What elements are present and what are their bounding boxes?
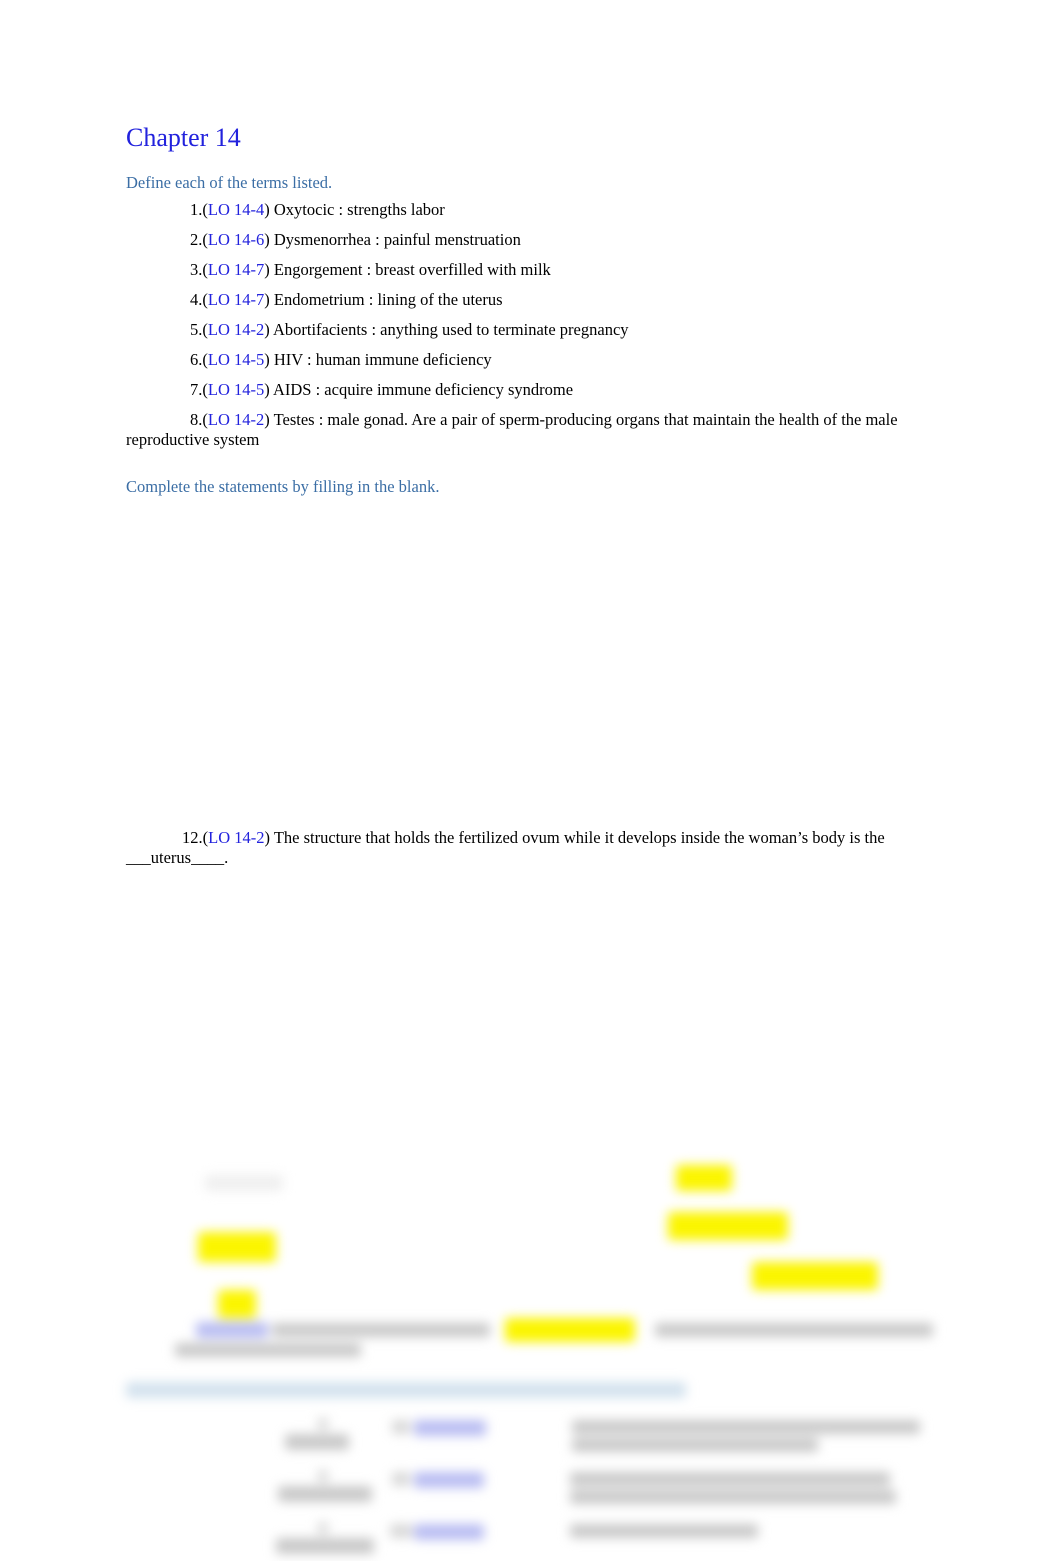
document-page: Chapter 14 Define each of the terms list… <box>0 0 1062 1561</box>
highlight-blob <box>218 1290 256 1318</box>
list-item: 4.(LO 14-7) Endometrium : lining of the … <box>190 290 503 309</box>
lo-reference: LO 14-7 <box>207 290 265 309</box>
lo-reference: LO 14-2 <box>207 410 265 429</box>
item-number: 8. <box>190 410 203 429</box>
table-row-number-blob <box>318 1470 328 1482</box>
paragraph-text-blob <box>272 1323 490 1337</box>
item-text: ) Endometrium : lining of the uterus <box>264 290 503 309</box>
table-definition-blob <box>570 1524 758 1538</box>
list-item: 3.(LO 14-7) Engorgement : breast overfil… <box>190 260 551 279</box>
section-heading-define: Define each of the terms listed. <box>126 173 333 192</box>
list-item: 5.(LO 14-2) Abortifacients : anything us… <box>190 320 629 339</box>
item-text: ) Engorgement : breast overfilled with m… <box>264 260 551 279</box>
lo-reference: LO 14-7 <box>207 260 265 279</box>
item-number: 5. <box>190 320 203 339</box>
item-number: 7. <box>190 380 203 399</box>
lo-reference-blob <box>414 1420 486 1436</box>
highlight-blob <box>668 1212 788 1240</box>
item-text: ) Oxytocic : strengths labor <box>264 200 445 219</box>
lo-reference: LO 14-6 <box>207 230 265 249</box>
lo-reference: LO 14-2 <box>207 320 265 339</box>
item-number: 1. <box>190 200 203 219</box>
table-row <box>390 1524 412 1538</box>
item-number: 4. <box>190 290 203 309</box>
table-term-blob <box>278 1486 372 1502</box>
highlight-blob <box>752 1262 878 1290</box>
lo-reference-blob <box>414 1524 484 1540</box>
table-row <box>392 1420 410 1434</box>
list-item: 6.(LO 14-5) HIV : human immune deficienc… <box>190 350 492 369</box>
item-text: ) AIDS : acquire immune deficiency syndr… <box>264 380 574 399</box>
table-definition-blob <box>572 1438 818 1452</box>
obscured-lower-region <box>0 1140 1062 1561</box>
item-number: 6. <box>190 350 203 369</box>
lo-reference-blob <box>196 1322 268 1338</box>
page-title: Chapter 14 <box>126 123 241 152</box>
list-item: 1.(LO 14-4) Oxytocic : strengths labor <box>190 200 445 219</box>
highlight-blob <box>676 1165 732 1191</box>
lo-reference: LO 14-2 <box>208 828 265 847</box>
item-number: 2. <box>190 230 203 249</box>
table-term-blob <box>276 1538 374 1554</box>
lo-reference: LO 14-5 <box>207 350 265 369</box>
list-item: 7.(LO 14-5) AIDS : acquire immune defici… <box>190 380 574 399</box>
section-heading-complete: Complete the statements by filling in th… <box>126 477 440 496</box>
diagram-label-blob <box>205 1175 283 1191</box>
table-definition-blob <box>570 1490 896 1504</box>
list-item: 8.(LO 14-2) Testes : male gonad. Are a p… <box>126 410 898 449</box>
table-definition-blob <box>570 1472 890 1486</box>
item-number: 3. <box>190 260 203 279</box>
table-row-number-blob <box>318 1418 328 1430</box>
fill-in-statement: 12.(LO 14-2) The structure that holds th… <box>126 828 885 867</box>
item-number: 12. <box>182 828 203 847</box>
paragraph-text-blob <box>175 1343 361 1357</box>
table-row-number-blob <box>318 1522 328 1534</box>
table-row <box>392 1472 410 1486</box>
table-term-blob <box>285 1434 349 1450</box>
lo-reference: LO 14-4 <box>207 200 265 219</box>
highlight-blob <box>505 1318 635 1342</box>
definition-list: 1.(LO 14-4) Oxytocic : strengths labor 2… <box>126 200 936 460</box>
item-text: ) HIV : human immune deficiency <box>264 350 492 369</box>
highlight-blob <box>198 1232 276 1262</box>
lo-reference: LO 14-5 <box>207 380 265 399</box>
list-item: 2.(LO 14-6) Dysmenorrhea : painful menst… <box>190 230 521 249</box>
paragraph-text-blob <box>655 1323 933 1337</box>
section-heading-blob <box>126 1382 686 1398</box>
table-definition-blob <box>572 1420 920 1434</box>
item-text: ) Abortifacients : anything used to term… <box>264 320 629 339</box>
item-text: ) Dysmenorrhea : painful menstruation <box>264 230 521 249</box>
lo-reference-blob <box>414 1472 484 1488</box>
